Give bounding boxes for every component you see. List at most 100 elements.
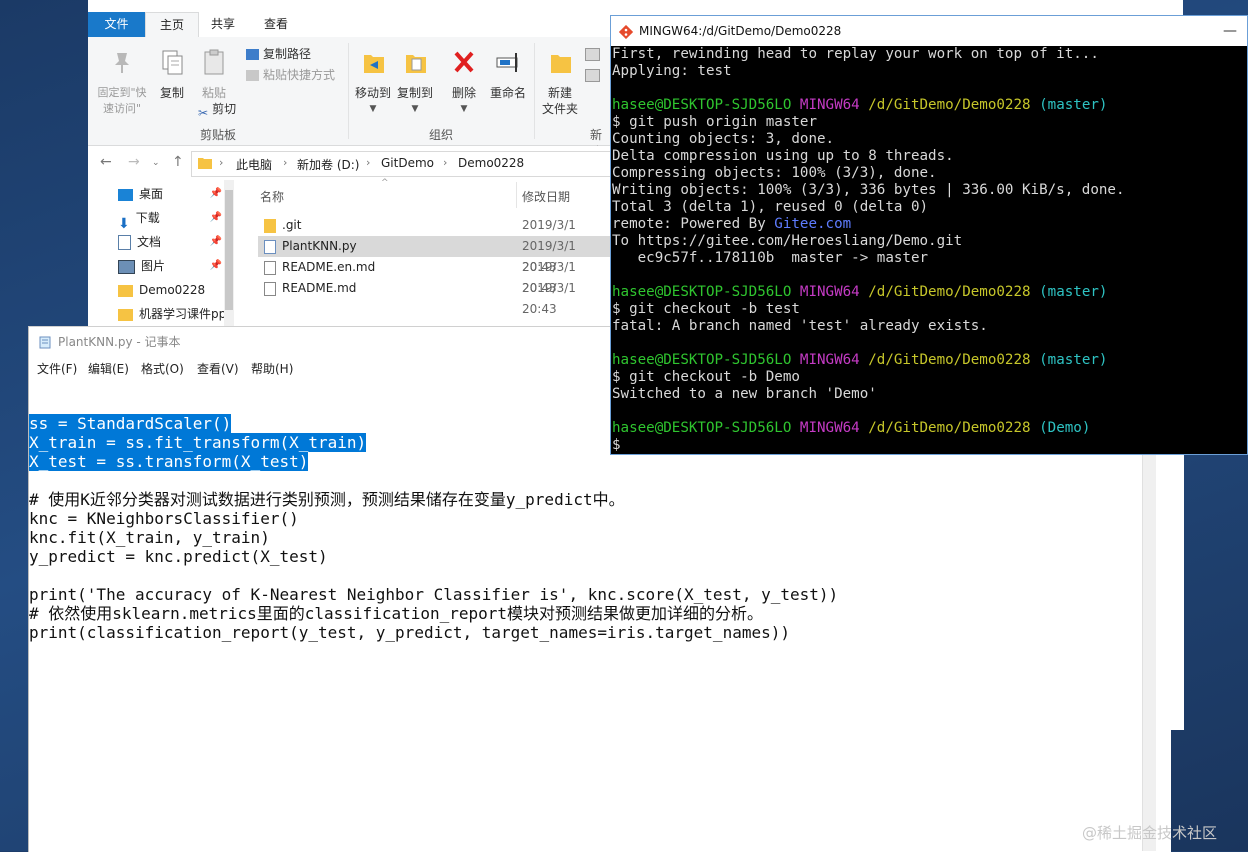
pin-icon: 📌 <box>209 212 222 223</box>
code-line-text: ss = StandardScaler() <box>29 414 232 433</box>
new-item-button[interactable] <box>585 45 605 63</box>
scissors-icon: ✂ <box>198 106 209 120</box>
clipboard-group-label: 剪贴板 <box>200 128 237 142</box>
menu-view[interactable]: 查看(V) <box>197 360 239 377</box>
nav-item-ml-slides[interactable]: 机器学习课件pp <box>118 303 226 325</box>
delete-button[interactable]: 删除 ▼ <box>444 47 484 117</box>
terminal-text: First, rewinding head to replay your wor… <box>612 46 1099 62</box>
chevron-down-icon: ▼ <box>411 104 419 114</box>
back-arrow-icon[interactable]: ← <box>100 154 112 170</box>
terminal-link[interactable]: Gitee.com <box>774 216 851 232</box>
up-arrow-icon[interactable]: ↑ <box>172 154 184 170</box>
recent-chevron-icon[interactable]: ⌄ <box>152 158 160 168</box>
terminal-text: To https://gitee.com/Heroesliang/Demo.gi… <box>612 233 963 249</box>
python-file-icon <box>264 239 276 254</box>
new-folder-button[interactable]: 新建 文件夹 <box>540 47 580 117</box>
pin-label-line1: 固定到"快 <box>97 86 147 99</box>
nav-item-pictures[interactable]: 图片 📌 <box>118 255 228 277</box>
scrollbar-thumb[interactable] <box>225 190 233 310</box>
copy-path-button[interactable]: 复制路径 <box>246 45 311 63</box>
breadcrumb-separator: › <box>283 156 288 169</box>
delete-label: 删除 <box>451 86 476 100</box>
easy-access-button[interactable] <box>585 66 605 84</box>
prompt-branch: (master) <box>1039 352 1108 368</box>
terminal-prompt-line: hasee@DESKTOP-SJD56LO MINGW64 /d/GitDemo… <box>612 420 1247 437</box>
ribbon-separator <box>534 43 535 139</box>
forward-arrow-icon[interactable]: → <box>128 154 140 170</box>
pictures-icon <box>118 259 135 274</box>
move-to-button[interactable]: 移动到 ▼ <box>352 47 394 117</box>
git-bash-icon <box>619 24 633 39</box>
nav-item-desktop[interactable]: 桌面 📌 <box>118 183 228 205</box>
folder-icon <box>198 158 212 169</box>
copy-button[interactable]: 复制 <box>154 47 190 101</box>
nav-item-label: 桌面 <box>139 187 164 201</box>
terminal-text: Delta compression using up to 8 threads. <box>612 148 954 164</box>
tab-view[interactable]: 查看 <box>256 12 296 37</box>
tab-home[interactable]: 主页 <box>145 12 199 39</box>
terminal-text: Switched to a new branch 'Demo' <box>612 386 877 402</box>
copy-to-button[interactable]: 复制到 ▼ <box>394 47 436 117</box>
column-divider[interactable] <box>516 182 517 208</box>
nav-item-downloads[interactable]: ⬇ 下载 📌 <box>118 207 228 232</box>
menu-edit[interactable]: 编辑(E) <box>88 360 129 377</box>
column-header-modified[interactable]: 修改日期 <box>522 188 570 205</box>
nav-item-label: Demo0228 <box>139 283 206 297</box>
breadcrumb-demo0228[interactable]: Demo0228 <box>458 156 524 170</box>
rename-button[interactable]: 重命名 <box>488 47 528 101</box>
file-name: .git <box>282 218 302 232</box>
nav-item-demo0228[interactable]: Demo0228 <box>118 279 228 301</box>
prompt-user: hasee@DESKTOP-SJD56LO <box>612 97 792 113</box>
breadcrumb-drive-d[interactable]: 新加卷 (D:) <box>297 156 359 173</box>
pin-quick-access-button[interactable]: 固定到"快 速访问" <box>96 47 148 117</box>
terminal-line: $ git push origin master <box>612 114 1247 131</box>
tab-share[interactable]: 共享 <box>203 12 243 37</box>
folder-icon <box>118 308 133 321</box>
breadcrumb-separator: › <box>219 156 224 169</box>
breadcrumb-this-pc[interactable]: 此电脑 <box>236 156 272 173</box>
rename-icon <box>496 53 518 72</box>
document-icon <box>118 235 131 250</box>
nav-item-label: 下载 <box>135 211 160 225</box>
copy-icon <box>162 50 183 75</box>
menu-help[interactable]: 帮助(H) <box>251 360 293 377</box>
nav-pane-scrollbar[interactable] <box>224 180 234 335</box>
chevron-down-icon: ▼ <box>369 104 377 114</box>
terminal-text: Applying: test <box>612 63 732 79</box>
terminal-output[interactable]: First, rewinding head to replay your wor… <box>612 46 1247 454</box>
prompt-branch: (Demo) <box>1039 420 1091 436</box>
paste-shortcut-button[interactable]: 粘贴快捷方式 <box>246 66 335 84</box>
menu-format[interactable]: 格式(O) <box>141 360 184 377</box>
new-item-icon <box>585 48 600 61</box>
pin-icon <box>115 53 129 73</box>
cut-button[interactable]: ✂ 剪切 <box>198 100 236 120</box>
code-line: y_predict = knc.predict(X_test) <box>29 547 1171 566</box>
file-row-plantknn[interactable]: PlantKNN.py 2019/3/1 20:43 <box>258 236 613 274</box>
paste-button[interactable]: 粘贴 <box>196 47 232 101</box>
file-row-git[interactable]: .git 2019/3/1 20:45 <box>258 215 613 253</box>
code-line-text: y_predict = knc.predict(X_test) <box>29 547 328 566</box>
minimize-icon[interactable]: — <box>1223 16 1237 46</box>
breadcrumb-gitdemo[interactable]: GitDemo <box>381 156 434 170</box>
sort-chevron-icon: ^ <box>381 178 389 188</box>
terminal-text: Writing objects: 100% (3/3), 336 bytes |… <box>612 182 1125 198</box>
prompt-branch: (master) <box>1039 284 1108 300</box>
copy-path-label: 复制路径 <box>263 47 312 61</box>
menu-file[interactable]: 文件(F) <box>37 360 77 377</box>
terminal-line: Total 3 (delta 1), reused 0 (delta 0) <box>612 199 1247 216</box>
delete-icon <box>454 51 474 73</box>
file-row-readme[interactable]: README.md 2019/3/1 20:43 <box>258 278 613 316</box>
tab-file[interactable]: 文件 <box>88 12 145 37</box>
nav-item-label: 图片 <box>141 259 166 273</box>
nav-item-documents[interactable]: 文档 📌 <box>118 231 228 253</box>
code-line: knc.fit(X_train, y_train) <box>29 528 1171 547</box>
easy-access-icon <box>585 69 600 82</box>
terminal-text: Compressing objects: 100% (3/3), done. <box>612 165 937 181</box>
column-header-name[interactable]: 名称 <box>260 188 284 205</box>
desktop-icon <box>118 188 133 201</box>
paste-shortcut-label: 粘贴快捷方式 <box>263 68 336 82</box>
file-row-readme-en[interactable]: README.en.md 2019/3/1 20:43 <box>258 257 613 295</box>
